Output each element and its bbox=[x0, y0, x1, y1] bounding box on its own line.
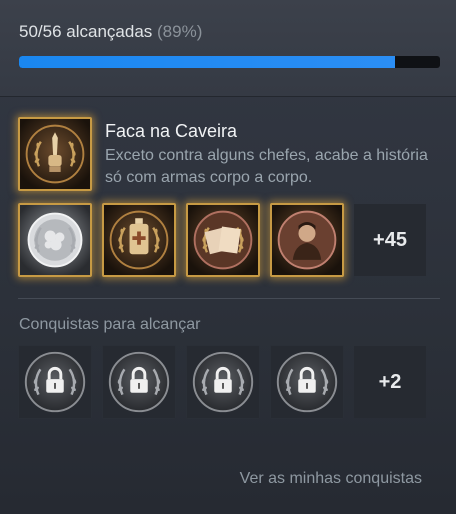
locked-achievement-2-icon[interactable] bbox=[102, 345, 176, 419]
locked-achievement-3-icon[interactable] bbox=[186, 345, 260, 419]
more-unlocked-count[interactable]: +45 bbox=[354, 204, 426, 276]
progress-percent: (89%) bbox=[157, 22, 203, 41]
medicine-bottle-emblem-icon[interactable] bbox=[102, 203, 176, 277]
progress-bar-fill bbox=[19, 56, 395, 68]
progress-bar bbox=[19, 56, 440, 68]
view-my-achievements-link[interactable]: Ver as minhas conquistas bbox=[240, 470, 422, 488]
more-locked-count[interactable]: +2 bbox=[354, 346, 426, 418]
documents-emblem-icon[interactable] bbox=[186, 203, 260, 277]
portrait-emblem-icon[interactable] bbox=[270, 203, 344, 277]
locked-achievement-4-icon[interactable] bbox=[270, 345, 344, 419]
silver-coin-emblem-icon[interactable] bbox=[18, 203, 92, 277]
locked-achievement-1-icon[interactable] bbox=[18, 345, 92, 419]
featured-description: Exceto contra alguns chefes, acabe a his… bbox=[105, 147, 428, 186]
achievements-panel: 50/56 alcançadas (89%) Faca na Caveira E… bbox=[0, 0, 456, 514]
featured-title: Faca na Caveira bbox=[105, 121, 238, 141]
progress-header: 50/56 alcançadas (89%) bbox=[0, 0, 456, 97]
knife-fist-emblem-icon[interactable] bbox=[18, 117, 92, 191]
progress-count: 50/56 alcançadas bbox=[19, 22, 153, 41]
progress-summary: 50/56 alcançadas (89%) bbox=[19, 22, 202, 42]
section-divider bbox=[18, 298, 440, 299]
featured-achievement[interactable]: Faca na Caveira Exceto contra alguns che… bbox=[18, 117, 448, 197]
locked-section-label: Conquistas para alcançar bbox=[19, 316, 201, 333]
